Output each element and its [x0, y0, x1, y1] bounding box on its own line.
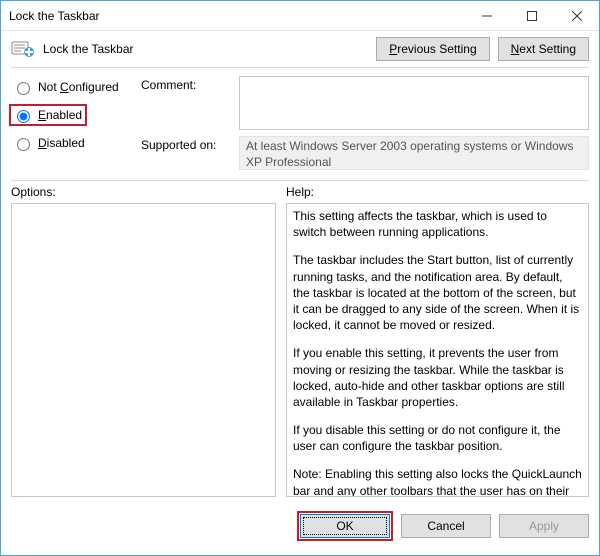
dialog-footer: OK Cancel Apply [1, 497, 599, 555]
window-title: Lock the Taskbar [9, 9, 464, 23]
state-radios: Not Configured Enabled Disabled [11, 76, 141, 170]
previous-setting-button[interactable]: Previous Setting [376, 37, 489, 61]
options-column: Options: [11, 185, 276, 497]
supported-label: Supported on: [141, 136, 231, 152]
dialog-window: Lock the Taskbar Lock the Taskbar Previo… [0, 0, 600, 556]
radio-disabled[interactable]: Disabled [11, 134, 141, 152]
config-section: Not Configured Enabled Disabled Comment:… [1, 68, 599, 180]
help-textbox[interactable]: This setting affects the taskbar, which … [286, 203, 589, 497]
help-label: Help: [286, 185, 589, 203]
help-paragraph: If you disable this setting or do not co… [293, 422, 582, 454]
main-area: Options: Help: This setting affects the … [1, 181, 599, 497]
supported-on-box: At least Windows Server 2003 operating s… [239, 136, 589, 170]
toolbar: Lock the Taskbar Previous Setting Next S… [1, 31, 599, 67]
titlebar[interactable]: Lock the Taskbar [1, 1, 599, 31]
help-paragraph: If you enable this setting, it prevents … [293, 345, 582, 410]
help-paragraph: Note: Enabling this setting also locks t… [293, 466, 582, 497]
options-label: Options: [11, 185, 276, 203]
radio-enabled-label: Enabled [38, 108, 82, 122]
minimize-button[interactable] [464, 1, 509, 30]
radio-not-configured-label: Not Configured [38, 80, 119, 94]
maximize-button[interactable] [509, 1, 554, 30]
help-paragraph: This setting affects the taskbar, which … [293, 208, 582, 240]
radio-not-configured[interactable]: Not Configured [11, 78, 141, 96]
radio-not-configured-input[interactable] [17, 82, 30, 95]
help-column: Help: This setting affects the taskbar, … [286, 185, 589, 497]
radio-enabled-input[interactable] [17, 110, 30, 123]
ok-button[interactable]: OK [300, 514, 390, 538]
radio-enabled[interactable]: Enabled [9, 104, 87, 126]
ok-highlight: OK [297, 511, 393, 541]
help-paragraph: The taskbar includes the Start button, l… [293, 252, 582, 333]
options-listbox[interactable] [11, 203, 276, 497]
radio-disabled-input[interactable] [17, 138, 30, 151]
radio-disabled-label: Disabled [38, 136, 85, 150]
policy-icon [11, 39, 35, 59]
policy-title: Lock the Taskbar [43, 42, 134, 56]
apply-button[interactable]: Apply [499, 514, 589, 538]
cancel-button[interactable]: Cancel [401, 514, 491, 538]
next-setting-button[interactable]: Next Setting [498, 37, 589, 61]
comment-label: Comment: [141, 76, 231, 92]
close-button[interactable] [554, 1, 599, 30]
comment-textarea[interactable] [239, 76, 589, 130]
